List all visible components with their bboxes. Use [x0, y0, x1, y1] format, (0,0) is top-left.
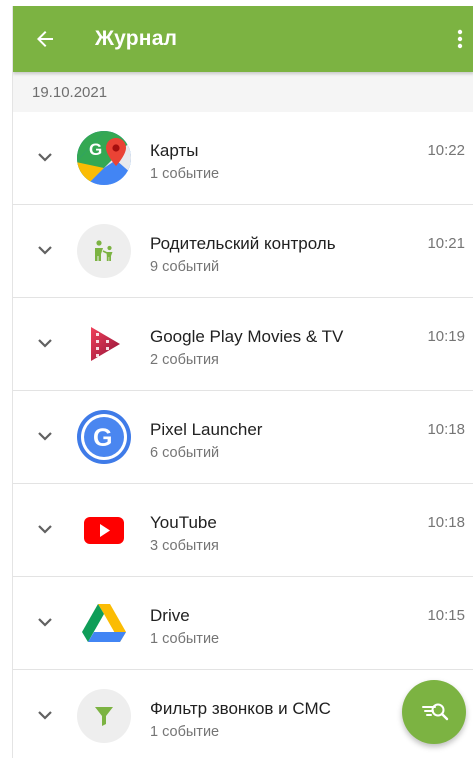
event-count: 1 событие — [150, 631, 220, 647]
event-time: 10:22 — [427, 142, 465, 159]
play-movies-icon — [76, 316, 132, 372]
event-time: 10:15 — [427, 607, 465, 624]
event-count: 1 событие — [150, 166, 220, 182]
youtube-icon — [76, 502, 132, 558]
chevron-down-icon[interactable] — [37, 709, 53, 721]
event-row-pixel-launcher[interactable]: G Pixel Launcher 6 событий 10:18 — [13, 391, 473, 484]
event-time: 10:18 — [427, 421, 465, 438]
event-count: 2 события — [150, 352, 219, 368]
pixel-launcher-icon: G — [76, 409, 132, 465]
more-vert-icon[interactable] — [454, 27, 466, 51]
svg-text:G: G — [89, 140, 102, 159]
arrow-left-icon[interactable] — [33, 27, 57, 51]
event-app-name: Google Play Movies & TV — [150, 327, 344, 346]
svg-text:G: G — [93, 424, 112, 452]
event-row-play-movies[interactable]: Google Play Movies & TV 2 события 10:19 — [13, 298, 473, 391]
event-row-youtube[interactable]: YouTube 3 события 10:18 — [13, 484, 473, 577]
chevron-down-icon[interactable] — [37, 244, 53, 256]
event-app-name: Pixel Launcher — [150, 420, 263, 439]
event-count: 1 событие — [150, 724, 220, 740]
parental-control-icon — [76, 223, 132, 279]
chevron-down-icon[interactable] — [37, 337, 53, 349]
event-app-name: Карты — [150, 141, 199, 160]
event-time: 10:18 — [427, 514, 465, 531]
event-app-name: Drive — [150, 606, 190, 625]
chevron-down-icon[interactable] — [37, 430, 53, 442]
filter-fab-button[interactable] — [402, 680, 466, 744]
chevron-down-icon[interactable] — [37, 616, 53, 628]
chevron-down-icon[interactable] — [37, 523, 53, 535]
event-row-maps[interactable]: G Карты 1 событие 10:22 — [13, 112, 473, 205]
app-bar: Журнал — [13, 6, 473, 72]
event-list: G Карты 1 событие 10:22 Родительский кон… — [13, 112, 473, 758]
google-maps-icon: G — [76, 130, 132, 186]
event-app-name: YouTube — [150, 513, 217, 532]
journal-screen: Журнал 19.10.2021 G Карты 1 событие 10:2… — [12, 6, 473, 758]
page-title: Журнал — [95, 27, 178, 50]
chevron-down-icon[interactable] — [37, 151, 53, 163]
event-row-parental-control[interactable]: Родительский контроль 9 событий 10:21 — [13, 205, 473, 298]
event-count: 6 событий — [150, 445, 220, 461]
event-row-drive[interactable]: Drive 1 событие 10:15 — [13, 577, 473, 670]
date-label: 19.10.2021 — [32, 84, 108, 101]
call-filter-icon — [76, 688, 132, 744]
event-count: 9 событий — [150, 259, 220, 275]
event-app-name: Фильтр звонков и СМС — [150, 699, 331, 718]
date-section-header: 19.10.2021 — [13, 72, 473, 112]
event-count: 3 события — [150, 538, 219, 554]
filter-search-icon — [422, 703, 449, 721]
google-drive-icon — [76, 595, 132, 651]
event-time: 10:19 — [427, 328, 465, 345]
event-time: 10:21 — [427, 235, 465, 252]
event-app-name: Родительский контроль — [150, 234, 336, 253]
